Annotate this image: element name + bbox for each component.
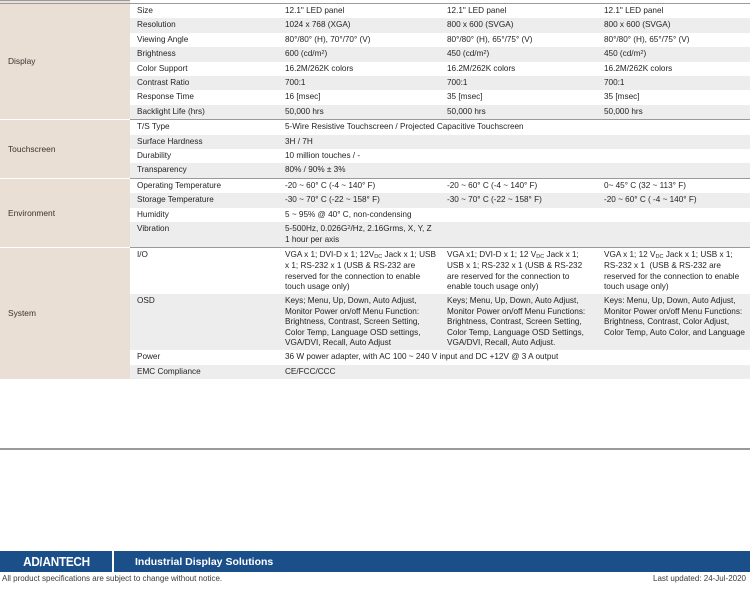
specification-table-body: Display Size 12.1" LED panel 12.1" LED pane… xyxy=(0,0,750,380)
value-cell-3: Keys: Menu, Up, Down, Auto Adjust, Monit… xyxy=(597,294,750,351)
table-row: System I/O VGA x 1; DVI-D x 1; 12VDC Jack … xyxy=(0,246,750,380)
attribute-label: Operating Temperature xyxy=(130,177,278,194)
category-cell: Environment xyxy=(0,177,130,248)
attribute-label: Contrast Ratio xyxy=(130,76,278,91)
value-cell-3: -20 ~ 60° C ( -4 ~ 140° F) xyxy=(597,193,750,208)
value-cell-3: 12.1" LED panel xyxy=(597,3,750,19)
attribute-label: Storage Temperature xyxy=(130,193,278,208)
value-cell-2: 12.1" LED panel xyxy=(440,3,597,19)
value-cell-1: -30 ~ 70° C (-22 ~ 158° F) xyxy=(278,193,440,208)
value-cell-3: 35 [msec] xyxy=(597,90,750,105)
value-cell-2: -20 ~ 60° C (-4 ~ 140° F) xyxy=(440,177,597,194)
value-cell: CE/FCC/CCC xyxy=(278,364,750,380)
value-cell-3: 450 (cd/m2) xyxy=(597,47,750,62)
value-cell-2: VGA x1; DVI-D x 1; 12 VDC Jack x 1; USB … xyxy=(440,246,597,295)
attribute-label: Surface Hardness xyxy=(130,134,278,150)
value-cell: 10 million touches / - xyxy=(278,149,750,164)
footer-tagline: Industrial Display Solutions xyxy=(135,555,274,568)
value-cell-1: -20 ~ 60° C (-4 ~ 140° F) xyxy=(278,177,440,194)
advantech-logo-text: AD\ANTECH xyxy=(23,555,90,569)
category-cell: Touchscreen xyxy=(0,119,130,179)
value-cell: 3H / 7H xyxy=(278,134,750,150)
value-cell-1: 16 [msec] xyxy=(278,90,440,105)
attribute-label: Brightness xyxy=(130,47,278,62)
attribute-label: EMC Compliance xyxy=(130,364,278,380)
value-cell-1: 80°/80° (H), 70°/70° (V) xyxy=(278,32,440,48)
value-cell-3: 0~ 45° C (32 ~ 113° F) xyxy=(597,177,750,194)
attribute-label: T/S Type xyxy=(130,119,278,135)
value-cell-1: 50,000 hrs xyxy=(278,104,440,120)
attribute-label: Humidity xyxy=(130,207,278,223)
attribute-label: Response Time xyxy=(130,90,278,105)
table-bottom-fill xyxy=(0,450,750,453)
value-cell: 80% / 90% ± 3% xyxy=(278,163,750,179)
advantech-logo: AD\ANTECH xyxy=(0,551,112,572)
attribute-label: Power xyxy=(130,350,278,365)
value-cell-3: 80°/80° (H), 65°/75° (V) xyxy=(597,32,750,48)
value-cell-2: 800 x 600 (SVGA) xyxy=(440,18,597,33)
value-cell-3: 50,000 hrs xyxy=(597,104,750,120)
disclaimer-text: All product specifications are subject t… xyxy=(2,574,223,583)
value-cell-2: 35 [msec] xyxy=(440,90,597,105)
value-cell-2: Keys; Menu, Up, Down, Auto Adjust, Monit… xyxy=(440,294,597,351)
value-cell-2: 16.2M/262K colors xyxy=(440,61,597,77)
attribute-label: Color Support xyxy=(130,61,278,77)
value-cell: 5 ~ 95% @ 40° C, non-condensing xyxy=(278,207,750,223)
category-cell: System xyxy=(0,246,130,380)
attribute-label: Viewing Angle xyxy=(130,32,278,48)
value-cell: 36 W power adapter, with AC 100 ~ 240 V … xyxy=(278,350,750,365)
specification-table: Display Size 12.1" LED panel 12.1" LED pane… xyxy=(0,0,750,380)
value-cell-2: 450 (cd/m2) xyxy=(440,47,597,62)
last-updated-text: Last updated: 24-Jul-2020 xyxy=(653,574,746,583)
attribute-label: Vibration xyxy=(130,222,278,248)
attribute-label: I/O xyxy=(130,246,278,295)
value-cell-1: Keys; Menu, Up, Down, Auto Adjust, Monit… xyxy=(278,294,440,351)
value-cell-2: -30 ~ 70° C (-22 ~ 158° F) xyxy=(440,193,597,208)
logo-part-1: AD xyxy=(22,554,40,569)
attribute-label: Transparency xyxy=(130,163,278,179)
value-cell-1: 600 (cd/m2) xyxy=(278,47,440,62)
value-cell-2: 700:1 xyxy=(440,76,597,91)
attribute-label: OSD xyxy=(130,294,278,351)
attribute-label: Resolution xyxy=(130,18,278,33)
attribute-label: Backlight Life (hrs) xyxy=(130,104,278,120)
category-cell: Display xyxy=(0,2,130,120)
value-cell: 5-Wire Resistive Touchscreen / Projected… xyxy=(278,119,750,135)
attribute-label: Durability xyxy=(130,149,278,164)
value-cell-2: 80°/80° (H), 65°/75° (V) xyxy=(440,32,597,48)
attribute-label: Size xyxy=(130,3,278,19)
disclaimer-bar: All product specifications are subject t… xyxy=(0,573,750,587)
value-cell-1: 700:1 xyxy=(278,76,440,91)
value-cell-3: VGA x 1; 12 VDC Jack x 1; USB x 1; RS-23… xyxy=(597,246,750,295)
value-cell: 5-500Hz, 0.026G2/Hz, 2.16Grms, X, Y, Z1 … xyxy=(278,222,750,248)
value-cell-2: 50,000 hrs xyxy=(440,104,597,120)
value-cell-1: 16.2M/262K colors xyxy=(278,61,440,77)
value-cell-3: 16.2M/262K colors xyxy=(597,61,750,77)
table-row: Environment Operating Temperature -20 ~ 60… xyxy=(0,177,750,248)
value-cell-1: VGA x 1; DVI-D x 1; 12VDC Jack x 1; USB … xyxy=(278,246,440,295)
logo-part-2: ANTECH xyxy=(42,554,90,569)
value-cell-3: 700:1 xyxy=(597,76,750,91)
table-row: Display Size 12.1" LED panel 12.1" LED pane… xyxy=(0,2,750,120)
table-row: Touchscreen T/S Type 5-Wire Resistive Touc… xyxy=(0,119,750,179)
value-cell-1: 12.1" LED panel xyxy=(278,3,440,19)
value-cell-1: 1024 x 768 (XGA) xyxy=(278,18,440,33)
footer-banner: AD\ANTECH Industrial Display Solutions xyxy=(0,551,750,572)
value-cell-3: 800 x 600 (SVGA) xyxy=(597,18,750,33)
